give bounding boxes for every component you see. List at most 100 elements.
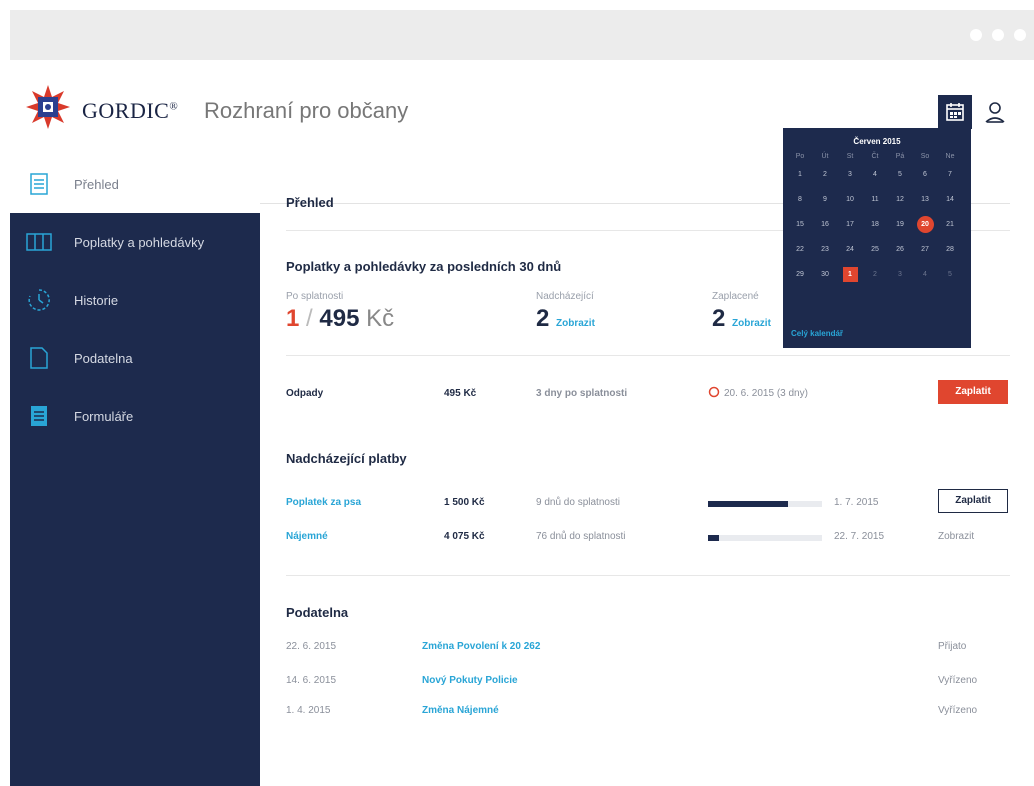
filing-section-title: Podatelna [286, 605, 349, 620]
filing-title[interactable]: Změna Nájemné [422, 705, 499, 716]
progress-bar [708, 535, 822, 541]
calendar-day[interactable]: 10 [839, 189, 861, 211]
upcoming-name[interactable]: Poplatek za psa [286, 497, 361, 508]
calendar-day[interactable]: 26 [889, 239, 911, 261]
filing-date: 22. 6. 2015 [286, 641, 337, 652]
filing-title[interactable]: Změna Povolení k 20 262 [422, 641, 540, 652]
window-dot-3[interactable] [1014, 29, 1026, 41]
stat-upcoming-label: Nadcházející [536, 291, 594, 302]
app-subtitle: Rozhraní pro občany [204, 98, 409, 123]
calendar-day-number: 23 [821, 246, 829, 253]
divider [286, 575, 1010, 576]
progress-bar [708, 501, 822, 507]
page-title: Přehled [286, 195, 334, 210]
filing-title[interactable]: Nový Pokuty Policie [422, 675, 518, 686]
sidebar-item-podatelna[interactable]: Podatelna [10, 329, 260, 387]
calendar-day-number: 1 [798, 171, 802, 178]
calendar-day[interactable]: 21 [939, 214, 961, 236]
calendar-day[interactable]: 13 [914, 189, 936, 211]
calendar-day[interactable]: 23 [814, 239, 836, 261]
sidebar: Přehled Poplatky a pohledávky Historie P… [10, 155, 260, 786]
calendar-day[interactable]: 5 [939, 264, 961, 286]
gordic-logo-icon[interactable] [24, 83, 72, 131]
calendar-day-number: 25 [871, 246, 879, 253]
calendar-day[interactable]: 14 [939, 189, 961, 211]
sidebar-item-formulare[interactable]: Formuláře [10, 387, 260, 445]
calendar-day[interactable]: 25 [864, 239, 886, 261]
calendar-day[interactable]: 2 [864, 264, 886, 286]
stat-overdue-label: Po splatnosti [286, 291, 344, 302]
calendar-day[interactable]: 16 [814, 214, 836, 236]
calendar-day-number: 11 [871, 196, 879, 203]
overdue-days: 3 dny po splatnosti [536, 388, 627, 399]
calendar-day[interactable]: 29 [789, 264, 811, 286]
calendar-day-number: 16 [821, 221, 829, 228]
sidebar-item-label: Přehled [74, 176, 119, 192]
calendar-day[interactable]: 18 [864, 214, 886, 236]
calendar-day[interactable]: 12 [889, 189, 911, 211]
calendar-day[interactable]: 4 [914, 264, 936, 286]
calendar-day[interactable]: 2 [814, 164, 836, 186]
sidebar-item-historie[interactable]: Historie [10, 271, 260, 329]
pay-button[interactable]: Zaplatit [938, 380, 1008, 404]
form-icon [26, 403, 52, 429]
calendar-day[interactable]: 3 [889, 264, 911, 286]
upcoming-name[interactable]: Nájemné [286, 531, 328, 542]
calendar-day[interactable]: 5 [889, 164, 911, 186]
stat-overdue-unit: Kč [366, 305, 395, 332]
stat-paid-link[interactable]: Zobrazit [732, 318, 771, 329]
calendar-day[interactable]: 28 [939, 239, 961, 261]
browser-window: GORDIC® Rozhraní pro občany Přehled Popl… [10, 10, 1034, 786]
calendar-day[interactable]: 15 [789, 214, 811, 236]
calendar-day[interactable]: 7 [939, 164, 961, 186]
calendar-day[interactable]: 19 [889, 214, 911, 236]
overdue-date-suffix: (3 dny) [776, 388, 808, 399]
calendar-day[interactable]: 30 [814, 264, 836, 286]
calendar-day[interactable]: 27 [914, 239, 936, 261]
stat-overdue-rest: 495 [319, 305, 360, 332]
upcoming-date: 22. 7. 2015 [834, 531, 885, 542]
calendar-day[interactable]: 1 [789, 164, 811, 186]
pay-button[interactable]: Zaplatit [938, 489, 1008, 513]
calendar-day[interactable]: 24 [839, 239, 861, 261]
calendar-day-number: 30 [821, 271, 829, 278]
sidebar-item-label: Formuláře [74, 408, 134, 424]
calendar-title: Červen 2015 [853, 137, 901, 146]
calendar-day[interactable]: 20 [914, 214, 936, 236]
overdue-date-value: 20. 6. 2015 [724, 388, 775, 399]
calendar-day-number: 13 [921, 196, 929, 203]
calendar-day[interactable]: 17 [839, 214, 861, 236]
overdue-date: 20. 6. 2015 (3 dny) [724, 388, 808, 399]
calendar-day[interactable]: 6 [914, 164, 936, 186]
calendar-day[interactable]: 8 [789, 189, 811, 211]
view-link[interactable]: Zobrazit [938, 531, 974, 542]
calendar-day-number: 27 [921, 246, 929, 253]
file-icon [26, 345, 52, 371]
sidebar-item-prehled[interactable]: Přehled [10, 155, 260, 213]
calendar-day[interactable]: 22 [789, 239, 811, 261]
calendar-day[interactable]: 4 [864, 164, 886, 186]
sidebar-item-poplatky[interactable]: Poplatky a pohledávky [10, 213, 260, 271]
calendar-popup: Červen 2015 Po Út St Čt Pá So Ne 1 2 3 4 5 6 7 8 9 10 11 1… [783, 128, 971, 348]
window-dot-1[interactable] [970, 29, 982, 41]
stat-upcoming-link[interactable]: Zobrazit [556, 318, 595, 329]
calendar-day[interactable]: 1 [839, 264, 861, 286]
calendar-day-number: 18 [871, 221, 879, 228]
calendar-day[interactable]: 3 [839, 164, 861, 186]
calendar-day[interactable]: 9 [814, 189, 836, 211]
calendar-button[interactable] [938, 95, 972, 129]
stat-overdue-red: 1 [286, 305, 300, 332]
user-button[interactable] [978, 95, 1012, 129]
sidebar-item-label: Poplatky a pohledávky [74, 234, 205, 250]
full-calendar-link[interactable]: Celý kalendář [791, 329, 843, 338]
filing-status: Přijato [938, 641, 967, 652]
filing-date: 1. 4. 2015 [286, 705, 331, 716]
overdue-name: Odpady [286, 388, 324, 399]
calendar-day-number: 3 [848, 171, 852, 178]
progress-bar-fill [708, 535, 720, 541]
window-dot-2[interactable] [992, 29, 1004, 41]
window-titlebar [10, 10, 1034, 60]
calendar-day[interactable]: 11 [864, 189, 886, 211]
calendar-day-number: 20 [916, 216, 934, 233]
progress-bar-fill [708, 501, 788, 507]
